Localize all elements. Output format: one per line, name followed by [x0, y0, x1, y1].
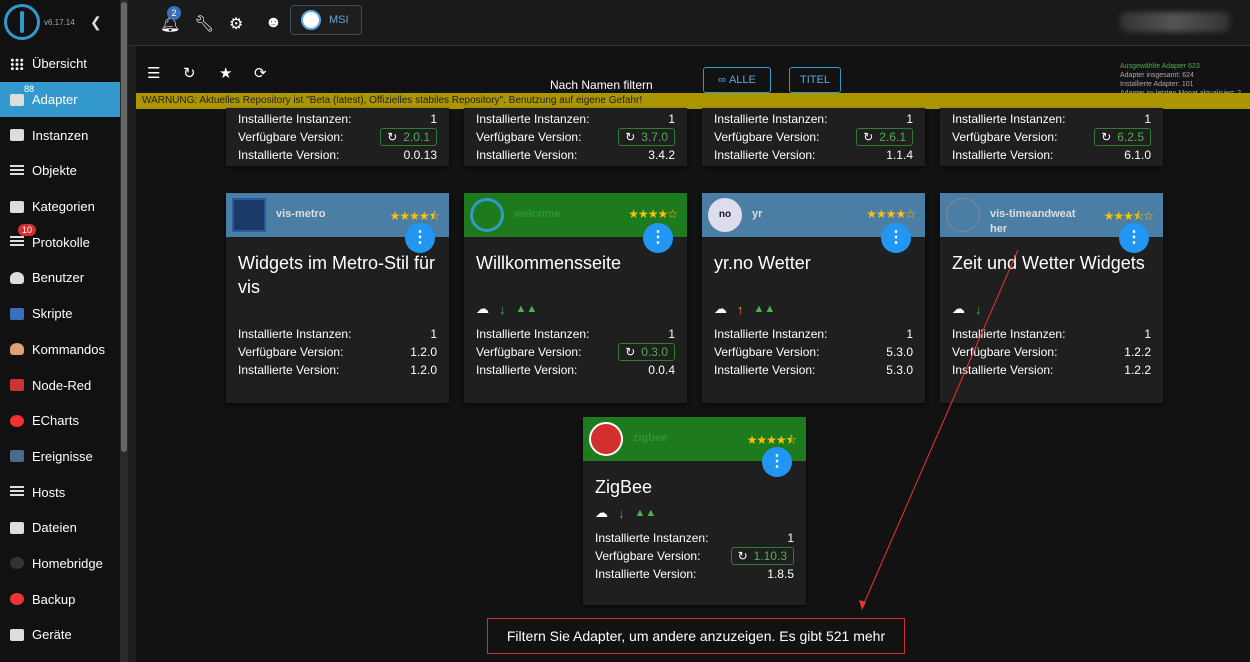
sidebar-item-label: Adapter	[32, 92, 78, 108]
sidebar-item-adapter[interactable]: 88 Adapter	[0, 81, 120, 118]
logs-badge: 10	[18, 224, 37, 237]
wrench-icon[interactable]: 🔧︎	[194, 14, 214, 34]
js-icon	[10, 307, 24, 320]
list-icon	[10, 164, 24, 177]
sidebar-item-skripte[interactable]: Skripte	[0, 296, 120, 332]
version-label: v6.17.14	[44, 18, 75, 27]
main-content: ☰ ↻ ★ ⟳ Nach Namen filtern ∞ ALLE TITEL A…	[136, 46, 1250, 662]
logs-icon	[10, 236, 24, 249]
user-icon	[10, 271, 24, 284]
sidebar-item-label: Hosts	[32, 484, 66, 500]
node-red-icon	[10, 379, 24, 392]
sidebar-item-label: Übersicht	[32, 56, 87, 72]
backup-icon	[10, 593, 24, 606]
sidebar-item-objekte[interactable]: Objekte	[0, 153, 120, 189]
devices-icon	[10, 628, 24, 641]
sidebar-item-protokolle[interactable]: 10 Protokolle	[0, 224, 120, 260]
grid-icon	[10, 57, 24, 70]
instances-icon	[10, 129, 24, 142]
sidebar-item-label: Objekte	[32, 163, 77, 179]
events-icon	[10, 450, 24, 463]
files-icon	[10, 521, 24, 534]
sidebar-item-label: Benutzer	[32, 270, 85, 286]
adapter-badge: 88	[24, 83, 35, 94]
top-bar: 🔔︎ 2 🔧︎ ⚙ ☻ MSI	[128, 0, 1250, 46]
sidebar-item-label: Skripte	[32, 306, 73, 322]
sidebar-item-label: Node-Red	[32, 377, 92, 393]
sidebar-item-label: ECharts	[32, 413, 79, 429]
sidebar-item-node-red[interactable]: Node-Red	[0, 367, 120, 403]
blurred-user-area	[1120, 12, 1230, 32]
homebridge-icon	[10, 557, 24, 570]
scrollbar-thumb[interactable]	[121, 2, 127, 452]
sidebar-item-label: Protokolle	[32, 234, 90, 250]
notification-badge: 2	[167, 6, 181, 20]
sidebar-item-uebersicht[interactable]: Übersicht	[0, 46, 120, 82]
sidebar-item-label: Instanzen	[32, 127, 89, 143]
sidebar-item-label: Backup	[32, 591, 76, 607]
annotation-line	[861, 249, 1019, 609]
sidebar-item-backup[interactable]: Backup	[0, 581, 120, 617]
gear-icon[interactable]: ⚙	[229, 14, 243, 34]
sidebar-item-label: Dateien	[32, 520, 77, 536]
category-icon	[10, 200, 24, 213]
logo-area: v6.17.14 ❮	[0, 0, 120, 46]
sidebar-item-dateien[interactable]: Dateien	[0, 510, 120, 546]
sidebar-item-label: Kategorien	[32, 199, 95, 215]
host-button[interactable]: MSI	[290, 5, 362, 35]
sidebar-item-label: Geräte	[32, 627, 72, 643]
sidebar-item-homebridge[interactable]: Homebridge	[0, 546, 120, 582]
sidebar-item-geraete[interactable]: Geräte	[0, 617, 120, 653]
sidebar-item-kommandos[interactable]: Kommandos	[0, 332, 120, 368]
annotation-arrow	[859, 249, 1019, 610]
host-label: MSI	[329, 14, 349, 26]
sidebar-item-label: Homebridge	[32, 555, 103, 571]
sidebar-item-hosts[interactable]: Hosts	[0, 474, 120, 510]
sidebar-item-kategorien[interactable]: Kategorien	[0, 189, 120, 225]
sidebar-item-label: Ereignisse	[32, 448, 93, 464]
commands-icon	[10, 343, 24, 356]
echarts-icon	[10, 414, 24, 427]
sidebar: v6.17.14 ❮ Übersicht 88 Adapter Instanzen…	[0, 0, 120, 662]
sidebar-item-echarts[interactable]: ECharts	[0, 403, 120, 439]
sidebar-item-label: Kommandos	[32, 341, 105, 357]
expert-mode-icon[interactable]: ☻	[265, 14, 282, 32]
collapse-sidebar-icon[interactable]: ❮	[90, 14, 102, 31]
host-logo-icon	[301, 10, 321, 30]
sidebar-item-benutzer[interactable]: Benutzer	[0, 260, 120, 296]
sidebar-scrollbar[interactable]	[120, 0, 128, 662]
filter-hint-message: Filtern Sie Adapter, um andere anzuzeige…	[487, 618, 905, 654]
store-icon	[10, 93, 24, 106]
hosts-icon	[10, 486, 24, 499]
sidebar-item-instanzen[interactable]: Instanzen	[0, 117, 120, 153]
sidebar-item-ereignisse[interactable]: Ereignisse	[0, 439, 120, 475]
iobroker-logo[interactable]	[4, 4, 40, 40]
